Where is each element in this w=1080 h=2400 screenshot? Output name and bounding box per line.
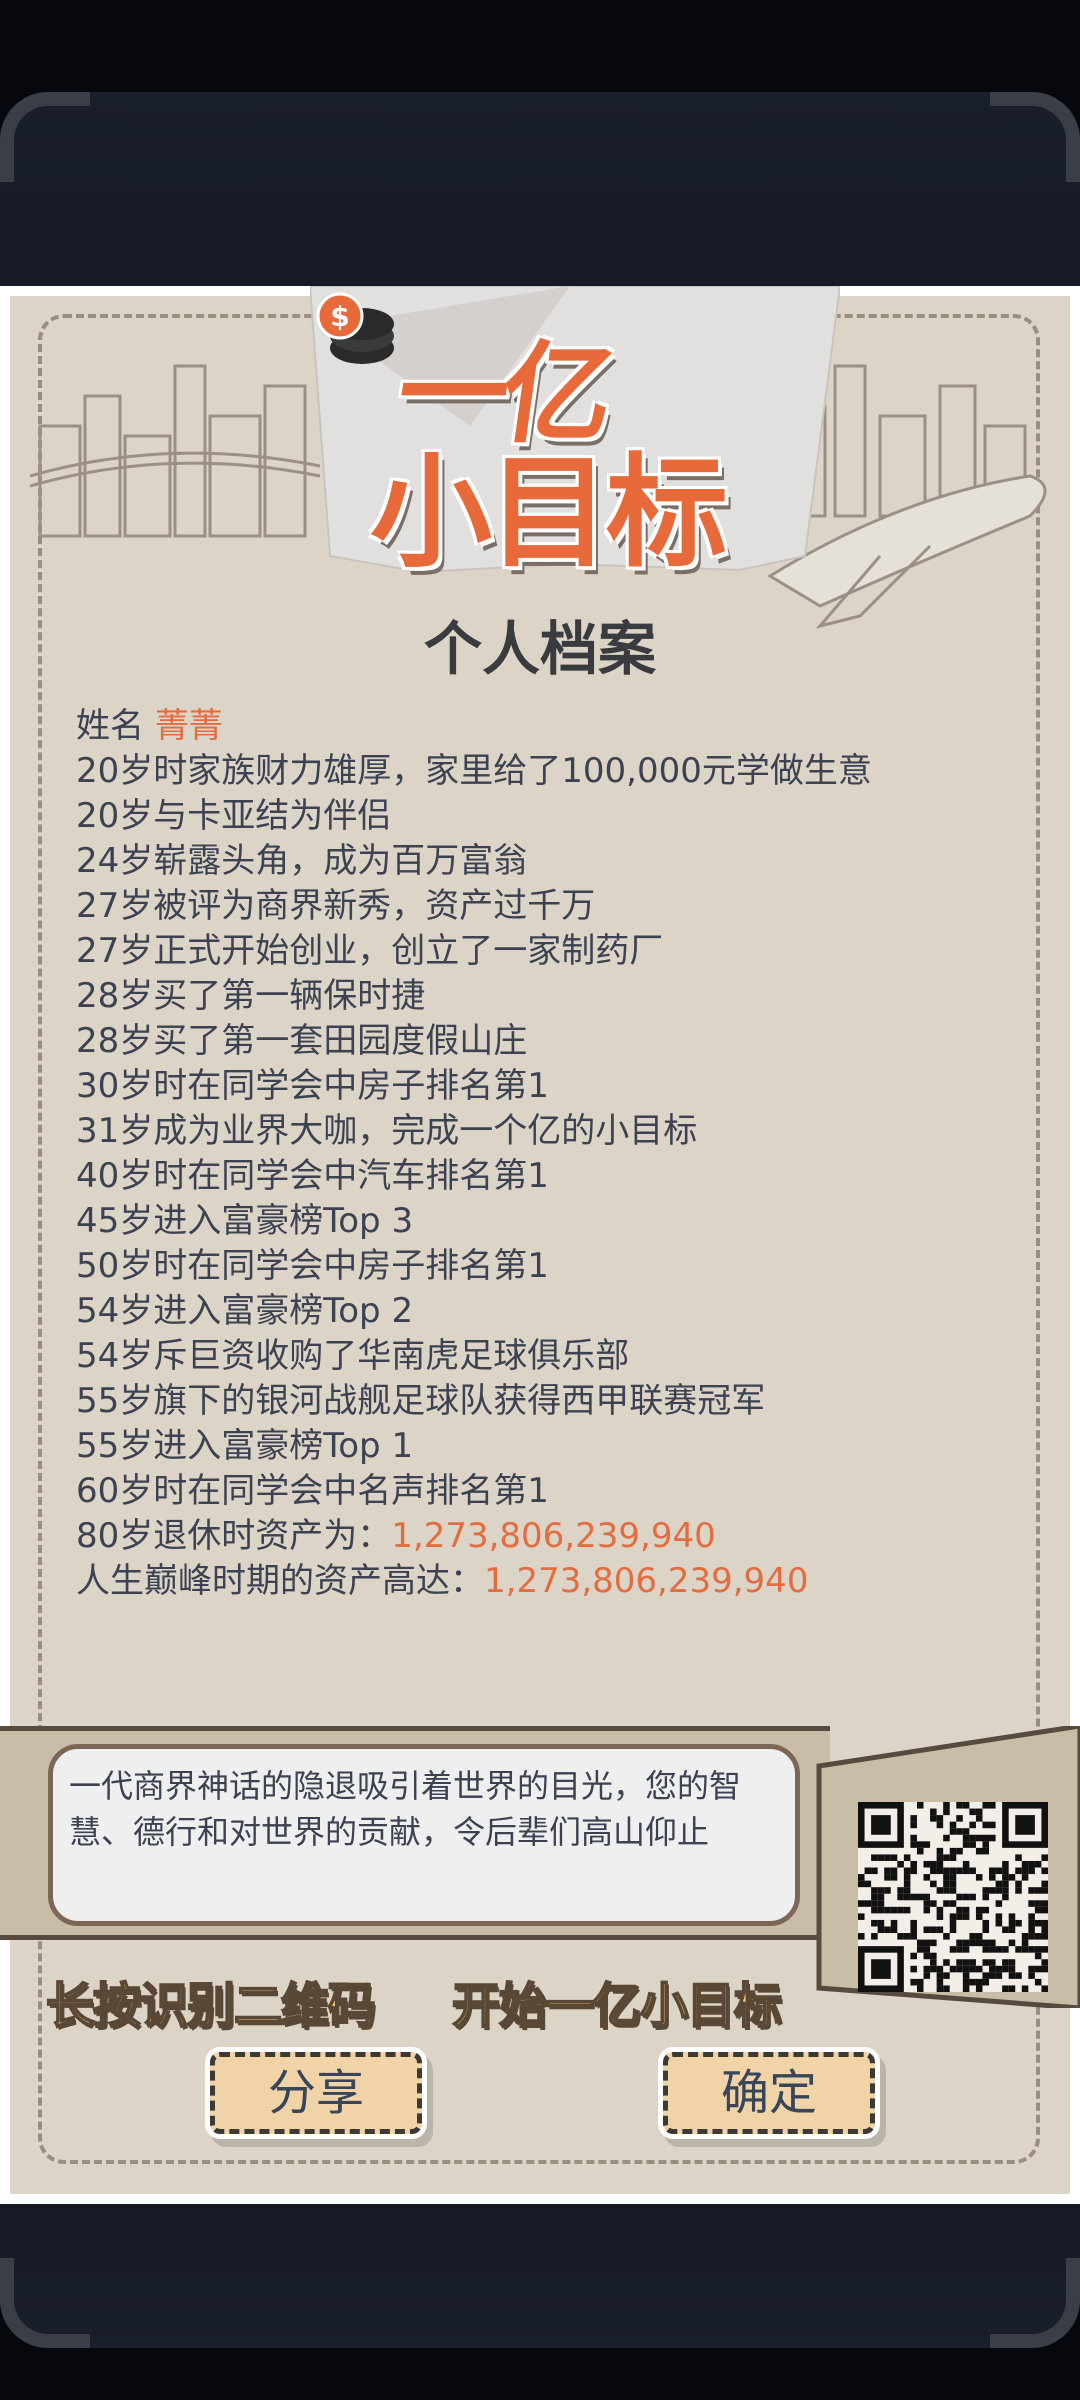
peak-assets-value: 1,273,806,239,940 bbox=[484, 1561, 809, 1601]
qr-code[interactable] bbox=[858, 1802, 1048, 1992]
life-event-item: 27岁正式开始创业，创立了一家制药厂 bbox=[76, 931, 664, 971]
life-event-item: 28岁买了第一套田园度假山庄 bbox=[76, 1021, 528, 1061]
frame-corner bbox=[990, 2258, 1080, 2348]
logo-text-line2: 小目标 bbox=[370, 442, 728, 584]
logo-banner: 一亿 $ 小目标 bbox=[310, 286, 840, 584]
start-game-slogan: 开始一亿小目标 bbox=[451, 1977, 783, 2035]
life-event-item: 45岁进入富豪榜Top 3 bbox=[76, 1201, 414, 1241]
name-label: 姓名 bbox=[76, 706, 144, 746]
life-event-item: 55岁进入富豪榜Top 1 bbox=[76, 1426, 414, 1466]
frame-corner bbox=[0, 92, 90, 182]
life-event-item: 54岁进入富豪榜Top 2 bbox=[76, 1291, 414, 1331]
confirm-button[interactable]: 确定 bbox=[663, 2052, 875, 2134]
coin-stack-icon: $ bbox=[316, 292, 394, 364]
life-event-item: 60岁时在同学会中名声排名第1 bbox=[76, 1471, 549, 1511]
bottom-frame bbox=[0, 2198, 1080, 2348]
peak-assets-row: 人生巅峰时期的资产高达：1,273,806,239,940 bbox=[76, 1559, 1036, 1604]
life-event-item: 50岁时在同学会中房子排名第1 bbox=[76, 1246, 549, 1286]
share-button[interactable]: 分享 bbox=[210, 2052, 422, 2134]
city-skyline-illustration bbox=[30, 364, 320, 538]
page-title: 个人档案 bbox=[423, 615, 656, 683]
life-event-item: 55岁旗下的银河战舰足球队获得西甲联赛冠军 bbox=[76, 1381, 766, 1421]
quote-box: 一代商界神话的隐退吸引着世界的目光，您的智慧、德行和对世界的贡献，令后辈们高山仰… bbox=[48, 1744, 800, 1926]
life-event-item: 27岁被评为商界新秀，资产过千万 bbox=[76, 886, 596, 926]
profile-bio: 姓名 菁菁 20岁时家族财力雄厚，家里给了100,000元学做生意 20岁与卡亚结… bbox=[76, 704, 1036, 1604]
life-event-item: 31岁成为业界大咖，完成一个亿的小目标 bbox=[76, 1111, 698, 1151]
life-event-item: 24岁崭露头角，成为百万富翁 bbox=[76, 841, 528, 881]
life-events-list: 20岁时家族财力雄厚，家里给了100,000元学做生意 20岁与卡亚结为伴侣 24岁… bbox=[76, 749, 1036, 1514]
top-frame bbox=[0, 92, 1080, 292]
frame-corner bbox=[990, 92, 1080, 182]
life-event-item: 20岁时家族财力雄厚，家里给了100,000元学做生意 bbox=[76, 751, 872, 791]
life-event-item: 20岁与卡亚结为伴侣 bbox=[76, 796, 392, 836]
profile-card: 一亿 $ 小目标 个人档案 姓名 菁菁 20岁时家族财力雄厚，家里给了100,0… bbox=[0, 286, 1080, 2204]
life-event-item: 30岁时在同学会中房子排名第1 bbox=[76, 1066, 549, 1106]
life-event-item: 54岁斥巨资收购了华南虎足球俱乐部 bbox=[76, 1336, 630, 1376]
name-value: 菁菁 bbox=[154, 706, 223, 746]
coin-symbol: $ bbox=[330, 300, 349, 333]
life-event-item: 40岁时在同学会中汽车排名第1 bbox=[76, 1156, 549, 1196]
retire-assets-label: 80岁退休时资产为： bbox=[76, 1516, 392, 1556]
peak-assets-label: 人生巅峰时期的资产高达： bbox=[76, 1561, 484, 1601]
name-row: 姓名 菁菁 bbox=[76, 704, 1036, 749]
retire-assets-row: 80岁退休时资产为：1,273,806,239,940 bbox=[76, 1514, 1036, 1559]
life-event-item: 28岁买了第一辆保时捷 bbox=[76, 976, 426, 1016]
frame-corner bbox=[0, 2258, 90, 2348]
retire-assets-value: 1,273,806,239,940 bbox=[391, 1516, 716, 1556]
scan-qr-slogan: 长按识别二维码 bbox=[45, 1977, 377, 2035]
